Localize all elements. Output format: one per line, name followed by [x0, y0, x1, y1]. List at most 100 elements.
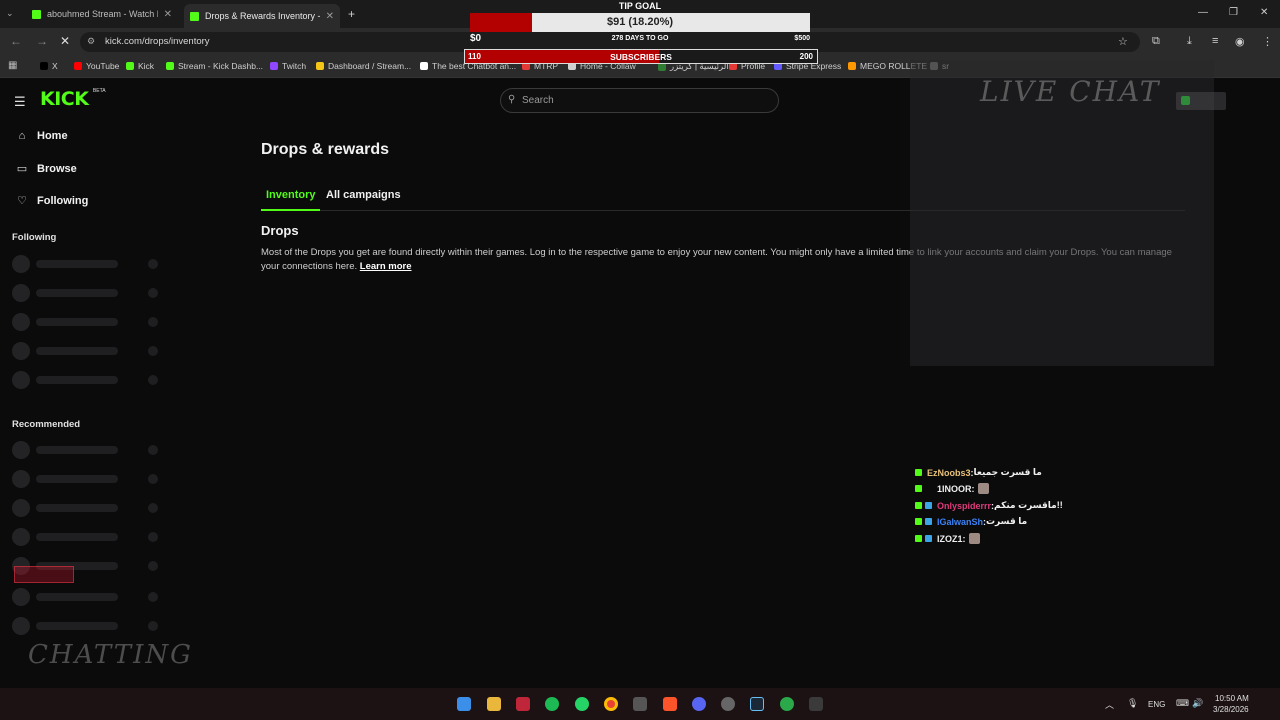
back-icon[interactable]: ←: [10, 34, 22, 48]
learn-more-link[interactable]: Learn more: [360, 261, 412, 272]
site-info-icon[interactable]: ⚙: [87, 36, 95, 47]
chat-separator: :: [971, 483, 975, 494]
sidebar-item-label: Home: [37, 130, 68, 142]
extensions-icon[interactable]: ⧉: [1152, 35, 1160, 48]
app-icon[interactable]: [721, 697, 735, 711]
subscriber-label: SUBSCRIBERS: [610, 52, 672, 62]
logo-beta-tag: BETA: [92, 88, 106, 94]
browser-menu-icon[interactable]: ⋮: [1262, 35, 1273, 48]
hamburger-menu-icon[interactable]: ☰: [14, 94, 26, 110]
subscriber-badge-icon: [925, 502, 932, 509]
browse-icon: ▭: [16, 163, 28, 175]
reading-list-icon[interactable]: ≡: [1212, 35, 1218, 47]
app-icon[interactable]: [633, 697, 647, 711]
bookmark-label: Kick: [138, 61, 155, 71]
bookmark-favicon-icon: [848, 62, 856, 70]
chrome-icon[interactable]: [604, 697, 618, 711]
status-icon: [1181, 96, 1190, 105]
chat-message-text: ماقسرت منكم!!: [994, 500, 1063, 510]
chat-username: Onlyspiderrr: [937, 500, 992, 511]
bookmark-item[interactable]: Twitch: [270, 61, 306, 71]
heart-icon: ♡: [17, 195, 27, 207]
close-tab-icon[interactable]: ✕: [158, 9, 172, 20]
forward-icon[interactable]: →: [36, 34, 48, 48]
tab-all-campaigns[interactable]: All campaigns: [326, 189, 401, 201]
tip-goal-widget: TIP GOAL $91 (18.20%) $0 278 DAYS TO GO …: [464, 0, 818, 66]
kick-badge-icon: [915, 485, 922, 492]
stop-loading-icon[interactable]: ✕: [60, 34, 70, 48]
bookmark-label: Dashboard / Stream...: [328, 61, 412, 71]
url-text[interactable]: kick.com/drops/inventory: [105, 36, 210, 47]
chat-username: IGalwanSh: [937, 516, 984, 527]
kick-logo[interactable]: KICK BETA: [40, 88, 106, 110]
bookmark-star-icon[interactable]: ☆: [1118, 35, 1128, 48]
following-heading: Following: [12, 232, 57, 243]
new-tab-icon[interactable]: +: [348, 7, 355, 21]
bookmark-favicon-icon: [126, 62, 134, 70]
home-icon: ⌂: [18, 130, 26, 142]
bookmark-item[interactable]: YouTube: [74, 61, 119, 71]
browser-tab[interactable]: abouhmed Stream - Watch Live ✕: [26, 4, 178, 24]
language-indicator[interactable]: ENG: [1148, 700, 1165, 709]
microphone-icon[interactable]: 🎙: [1127, 698, 1138, 709]
apps-grid-icon[interactable]: ▦: [8, 60, 17, 71]
tab-inventory[interactable]: Inventory: [266, 189, 316, 201]
app-icon[interactable]: [780, 697, 794, 711]
chat-message: IGalwanSh : ما قسرت: [915, 516, 1027, 527]
downloads-icon[interactable]: ⤓: [1187, 35, 1192, 48]
bookmark-label: Twitch: [282, 61, 307, 71]
bookmark-item[interactable]: Stream - Kick Dashb...: [166, 61, 263, 71]
subscriber-goal: 200: [799, 52, 813, 61]
app-icon[interactable]: [516, 697, 530, 711]
tray-chevron-icon[interactable]: ︿: [1105, 698, 1114, 711]
sidebar-item-home[interactable]: ⌂ Home: [16, 130, 68, 142]
discord-icon[interactable]: [692, 697, 706, 711]
close-window-icon[interactable]: ✕: [1260, 7, 1268, 18]
minimize-icon[interactable]: —: [1198, 7, 1208, 18]
chat-message-text: ما قسرت جميعا: [973, 467, 1042, 477]
volume-icon[interactable]: 🔊: [1192, 698, 1203, 709]
bookmark-item[interactable]: Kick: [126, 61, 154, 71]
chatting-title: CHATTING: [28, 640, 193, 670]
clock-time[interactable]: 10:50 AM: [1215, 694, 1249, 703]
search-icon: ⚲: [508, 94, 516, 105]
tab-list-chevron-icon[interactable]: ⌄: [6, 8, 14, 19]
file-explorer-icon[interactable]: [487, 697, 501, 711]
bookmark-favicon-icon: [270, 62, 278, 70]
spotify-icon[interactable]: [545, 697, 559, 711]
tip-goal-amount: $91 (18.20%): [606, 16, 674, 28]
brave-icon[interactable]: [663, 697, 677, 711]
profile-icon[interactable]: ◉: [1235, 35, 1245, 48]
kick-badge-icon: [915, 518, 922, 525]
tip-goal-max: $500: [794, 35, 810, 42]
bookmark-label: Stream - Kick Dashb...: [178, 61, 264, 71]
sidebar-item-label: Browse: [37, 162, 77, 175]
tip-goal-title: TIP GOAL: [618, 1, 662, 11]
app-icon[interactable]: [809, 697, 823, 711]
tip-goal-progress-bar: $91 (18.20%): [470, 13, 810, 32]
tab-title: abouhmed Stream - Watch Live: [47, 9, 158, 19]
bookmark-favicon-icon: [74, 62, 82, 70]
sidebar-item-browse[interactable]: ▭ Browse: [16, 162, 77, 176]
close-tab-icon[interactable]: ✕: [320, 11, 334, 22]
whatsapp-icon[interactable]: [575, 697, 589, 711]
sidebar-item-following[interactable]: ♡ Following: [16, 194, 88, 208]
chat-username: IZOZ1: [937, 533, 963, 544]
network-icon[interactable]: ⌨: [1176, 698, 1189, 709]
recommended-heading: Recommended: [12, 419, 81, 430]
maximize-icon[interactable]: ❐: [1229, 7, 1238, 18]
live-chat-title: LIVE CHAT: [980, 75, 1161, 108]
windows-start-icon[interactable]: [457, 697, 471, 711]
steam-icon[interactable]: [750, 697, 764, 711]
tab-title: Drops & Rewards Inventory - K: [205, 11, 320, 21]
bookmark-favicon-icon: [316, 62, 324, 70]
clock-date[interactable]: 3/28/2026: [1213, 705, 1249, 714]
browser-tab-active[interactable]: Drops & Rewards Inventory - K ✕: [184, 4, 340, 28]
bookmark-item[interactable]: Dashboard / Stream...: [316, 61, 411, 71]
bookmark-item[interactable]: X: [40, 61, 58, 71]
bookmark-label: X: [52, 61, 58, 71]
chat-message: 1INOOR :: [915, 483, 989, 494]
chat-username: 1INOOR: [937, 483, 972, 494]
search-placeholder: Search: [522, 95, 554, 106]
kick-badge-icon: [915, 502, 922, 509]
